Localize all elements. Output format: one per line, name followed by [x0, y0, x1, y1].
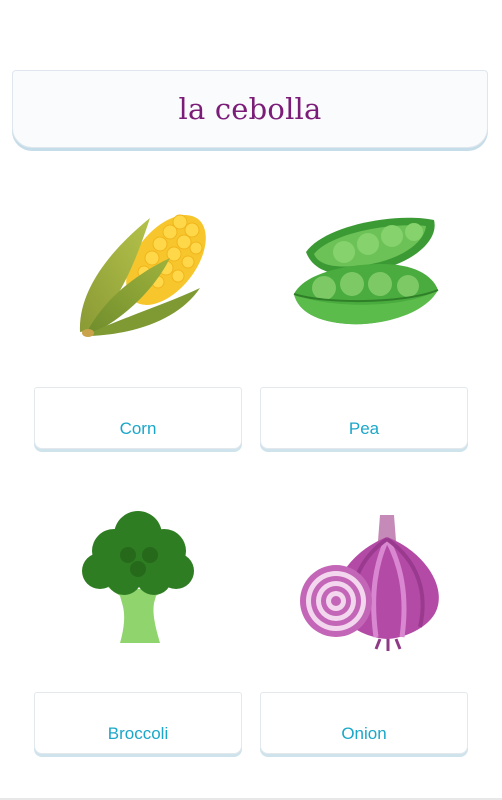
option-onion-image[interactable] [260, 497, 468, 657]
option-corn-label: Corn [119, 419, 157, 438]
option-broccoli-button[interactable]: Broccoli [34, 692, 242, 754]
option-pea[interactable]: Pea [260, 192, 468, 462]
option-broccoli[interactable]: Broccoli [34, 497, 242, 767]
option-onion-label: Onion [341, 724, 387, 743]
option-onion-button[interactable]: Onion [260, 692, 468, 754]
broccoli-icon [82, 511, 194, 643]
option-onion[interactable]: Onion [260, 497, 468, 767]
option-pea-button[interactable]: Pea [260, 387, 468, 449]
prompt-card: la cebolla [12, 70, 488, 148]
prompt-word: la cebolla [178, 92, 322, 126]
option-corn[interactable]: Corn [34, 192, 242, 462]
option-pea-image[interactable] [260, 192, 468, 352]
option-broccoli-label: Broccoli [107, 724, 169, 743]
red-onion-icon [300, 515, 439, 651]
corn-icon [79, 214, 206, 337]
option-corn-image[interactable] [34, 192, 242, 352]
option-corn-button[interactable]: Corn [34, 387, 242, 449]
option-pea-label: Pea [348, 419, 380, 438]
option-broccoli-image[interactable] [34, 497, 242, 657]
pea-pod-icon [293, 217, 439, 325]
